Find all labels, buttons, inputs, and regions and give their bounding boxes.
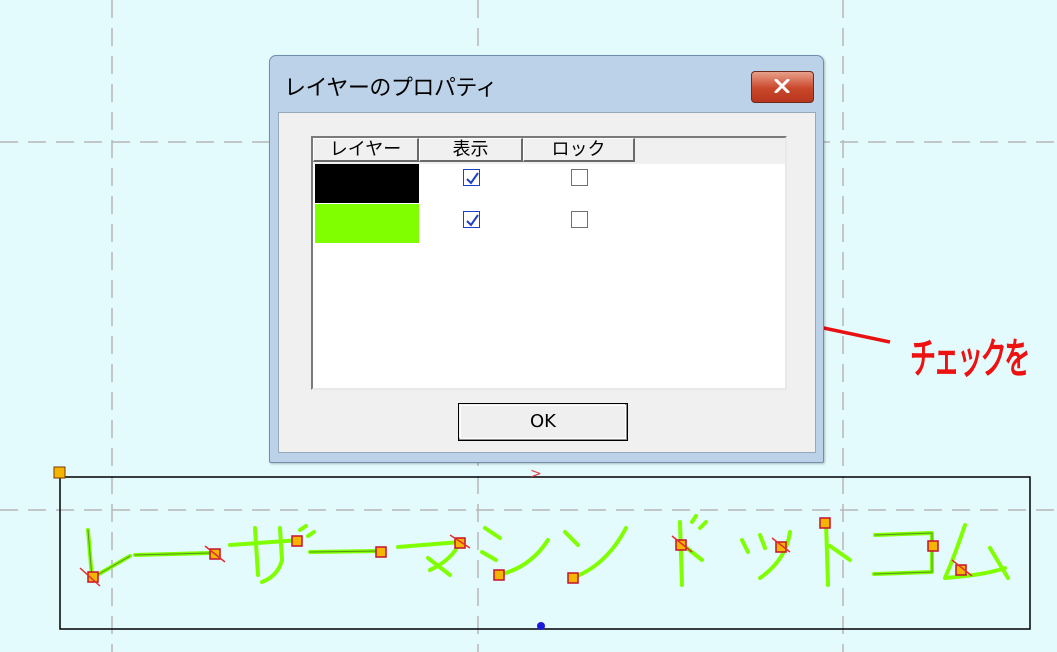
rotation-handle (537, 622, 545, 630)
lock-checkbox[interactable] (571, 169, 588, 186)
checkmark-icon (466, 214, 479, 227)
ok-button[interactable]: OK (458, 403, 628, 441)
column-header-visible[interactable]: 表示 (419, 138, 523, 162)
dialog-client: レイヤー 表示 ロック OK (278, 112, 816, 453)
text-art (86, 514, 1010, 587)
column-header-lock[interactable]: ロック (523, 138, 635, 162)
layer-row[interactable] (313, 204, 785, 244)
layer-color-swatch (315, 164, 419, 203)
annotation-text: チェックを (910, 334, 1030, 383)
checkmark-icon (466, 172, 479, 185)
layer-properties-dialog: レイヤーのプロパティ レイヤー 表示 ロック OK (269, 55, 824, 463)
lock-checkbox[interactable] (571, 211, 588, 228)
dialog-title: レイヤーのプロパティ (284, 76, 498, 101)
selection-handle (53, 466, 66, 479)
layer-row[interactable] (313, 164, 785, 204)
close-icon (774, 79, 790, 93)
visible-checkbox[interactable] (463, 169, 480, 186)
layer-color-swatch (315, 204, 419, 243)
column-header-layer[interactable]: レイヤー (313, 138, 419, 162)
dialog-titlebar[interactable]: レイヤーのプロパティ (270, 56, 823, 111)
list-header: レイヤー 表示 ロック (313, 138, 785, 164)
visible-checkbox[interactable] (463, 211, 480, 228)
svg-text:>: > (530, 466, 542, 482)
layer-list[interactable]: レイヤー 表示 ロック (311, 136, 787, 390)
close-button[interactable] (751, 71, 814, 103)
